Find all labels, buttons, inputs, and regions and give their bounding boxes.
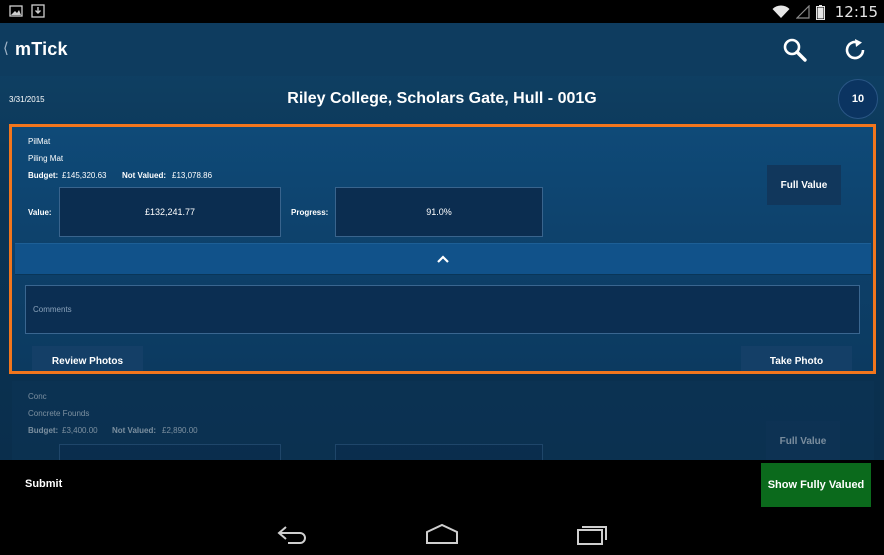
job-header: 3/31/2015 Riley College, Scholars Gate, … [0,76,884,122]
value-label: Value: [28,208,52,217]
not-valued-value: £2,890.00 [162,426,198,435]
item-code: Conc [28,392,47,401]
full-value-button[interactable]: Full Value [767,165,841,205]
item-name: Piling Mat [28,154,64,163]
item-code: PilMat [28,137,51,146]
budget-value: £145,320.63 [62,171,107,180]
battery-icon [815,4,825,20]
item-card[interactable]: Conc Concrete Founds Budget: £3,400.00 N… [12,381,874,460]
not-valued-value: £13,078.86 [172,171,213,180]
value-input[interactable]: £132,241.77 [59,187,281,237]
download-notification-icon [31,4,45,18]
home-icon[interactable] [424,523,460,545]
bottom-action-bar: Submit Show Fully Valued [0,460,884,515]
review-photos-button[interactable]: Review Photos [32,346,143,371]
signal-icon [795,5,810,19]
system-tray: 12:15 [772,2,878,22]
chevron-up-icon [437,255,449,263]
clock: 12:15 [834,3,878,21]
status-bar: 12:15 [0,0,884,23]
system-navigation-bar [0,515,884,555]
count-badge[interactable]: 10 [838,79,878,119]
progress-input[interactable]: 91.0% [335,187,543,237]
back-icon[interactable] [274,523,310,545]
budget-label: Budget: [28,426,59,435]
progress-input[interactable] [335,444,543,460]
value-input[interactable] [59,444,281,460]
item-card-expanded[interactable]: PilMat Piling Mat Budget: £145,320.63 No… [9,124,876,374]
back-chevron-icon[interactable]: ⟨ [3,39,9,57]
recent-apps-icon[interactable] [574,523,610,545]
progress-label: Progress: [291,208,329,217]
item-name: Concrete Founds [28,409,90,418]
search-icon[interactable] [782,37,808,63]
submit-button[interactable]: Submit [25,478,62,490]
image-notification-icon [9,5,23,17]
take-photo-button[interactable]: Take Photo [741,346,852,371]
budget-value: £3,400.00 [62,426,98,435]
action-bar: ⟨ mTick [0,23,884,76]
not-valued-label: Not Valued: [112,426,157,435]
collapse-toggle[interactable] [15,243,871,275]
wifi-icon [772,5,790,18]
budget-label: Budget: [28,171,59,180]
refresh-icon[interactable] [842,37,868,63]
full-value-button[interactable]: Full Value [766,421,840,460]
comments-field[interactable]: Comments [25,285,860,334]
job-title: Riley College, Scholars Gate, Hull - 001… [287,90,597,107]
app-title[interactable]: mTick [15,39,68,60]
not-valued-label: Not Valued: [122,171,167,180]
show-fully-valued-button[interactable]: Show Fully Valued [761,463,871,507]
app-area: ⟨ mTick 3/31/2015 Riley College, Scholar… [0,23,884,460]
